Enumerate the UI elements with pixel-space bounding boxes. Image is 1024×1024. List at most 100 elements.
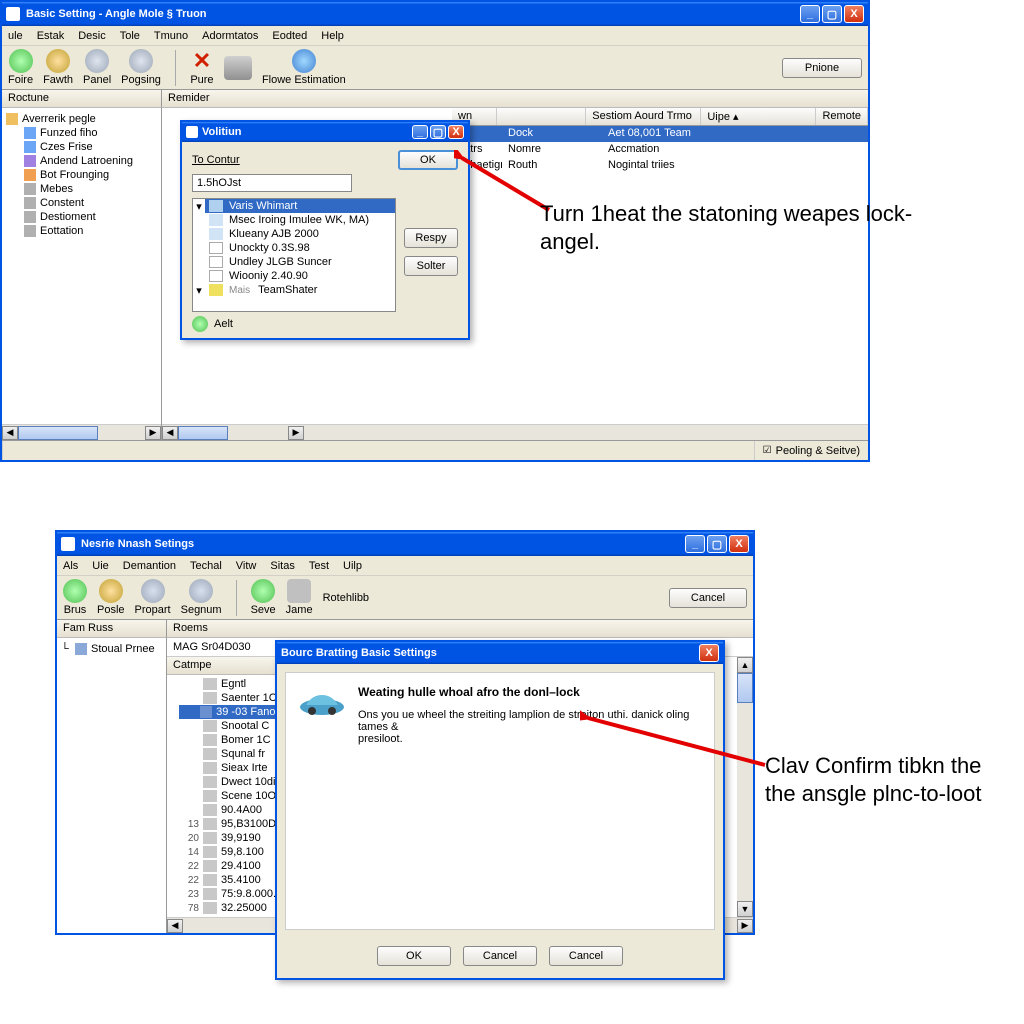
tree-item[interactable]: Bomer 1C: [179, 733, 284, 747]
minimize-button[interactable]: _: [412, 125, 428, 139]
toolbar-item[interactable]: Propart: [135, 579, 171, 616]
cancel-button-2[interactable]: Cancel: [549, 946, 623, 966]
grid-row[interactable]: k Dock Aet 08,001 Team: [452, 126, 868, 142]
cancel-button[interactable]: Cancel: [463, 946, 537, 966]
menu-item[interactable]: ule: [8, 30, 23, 42]
toolbar-item[interactable]: Pogsing: [121, 49, 161, 86]
minimize-button[interactable]: _: [800, 5, 820, 23]
toolbar-item[interactable]: Brus: [63, 579, 87, 616]
toolbar-item[interactable]: Posle: [97, 579, 125, 616]
collapse-icon[interactable]: ▾: [193, 284, 205, 297]
tree-item[interactable]: Dwect 10di: [179, 775, 284, 789]
grid-row[interactable]: oghaetign Routh Nogintal triies: [452, 158, 868, 174]
tree-item[interactable]: Mebes: [6, 182, 157, 196]
list-item[interactable]: Unockty 0.3S.98: [193, 241, 395, 255]
menu-item[interactable]: Als: [63, 560, 78, 572]
scroll-right-icon[interactable]: ▶: [737, 919, 753, 933]
prione-button[interactable]: Pnione: [782, 58, 862, 78]
maximize-button[interactable]: ▢: [822, 5, 842, 23]
list-item[interactable]: Wiooniy 2.40.90: [193, 269, 395, 283]
tree-item[interactable]: Funzed fiho: [6, 126, 157, 140]
scroll-down-icon[interactable]: ▼: [737, 901, 753, 917]
tree-item[interactable]: └Stoual Prnee: [61, 642, 162, 656]
tree-item[interactable]: Sieax Irte: [179, 761, 284, 775]
toolbar-item[interactable]: [224, 56, 252, 80]
menu-item[interactable]: Sitas: [270, 560, 294, 572]
menu-item[interactable]: Techal: [190, 560, 222, 572]
tree-item[interactable]: Andend Latroening: [6, 154, 157, 168]
tree-item[interactable]: 2375:9.8.000.0: [179, 887, 284, 901]
scroll-left-icon[interactable]: ◀: [162, 426, 178, 440]
respy-button[interactable]: Respy: [404, 228, 458, 248]
tree-item[interactable]: 7832.25000: [179, 901, 284, 915]
scrollbar-horizontal[interactable]: ◀ ▶: [162, 424, 868, 440]
menu-item[interactable]: Test: [309, 560, 329, 572]
tree-item[interactable]: 1459,8.100: [179, 845, 284, 859]
tree-item[interactable]: 2235.4100: [179, 873, 284, 887]
menu-item[interactable]: Uilp: [343, 560, 362, 572]
solter-button[interactable]: Solter: [404, 256, 458, 276]
ok-button[interactable]: OK: [377, 946, 451, 966]
tree-item[interactable]: 2229.4100: [179, 859, 284, 873]
scroll-up-icon[interactable]: ▲: [737, 657, 753, 673]
list-item[interactable]: Msec Iroing Imulee WK, MA): [193, 213, 395, 227]
menu-item[interactable]: Estak: [37, 30, 65, 42]
collapse-icon[interactable]: ▾: [193, 200, 205, 213]
scroll-right-icon[interactable]: ▶: [288, 426, 304, 440]
toolbar-item[interactable]: ✕Pure: [190, 49, 214, 86]
close-button[interactable]: X: [844, 5, 864, 23]
close-button[interactable]: X: [448, 125, 464, 139]
tree-item[interactable]: 1395,B3100D: [179, 817, 284, 831]
input-field[interactable]: [192, 174, 352, 192]
tree-item[interactable]: Czes Frise: [6, 140, 157, 154]
toolbar-item[interactable]: Jame: [286, 579, 313, 616]
tree-item[interactable]: Bot Frounging: [6, 168, 157, 182]
close-button[interactable]: X: [729, 535, 749, 553]
minimize-button[interactable]: _: [685, 535, 705, 553]
scroll-thumb[interactable]: [178, 426, 228, 440]
scroll-thumb[interactable]: [18, 426, 98, 440]
cancel-button[interactable]: Cancel: [669, 588, 747, 608]
tree-item[interactable]: Averrerik pegle: [6, 112, 157, 126]
scroll-right-icon[interactable]: ▶: [145, 426, 161, 440]
tree-item[interactable]: 2039,9190: [179, 831, 284, 845]
menu-item[interactable]: Adormtatos: [202, 30, 258, 42]
tree-item[interactable]: Destioment: [6, 210, 157, 224]
scroll-left-icon[interactable]: ◀: [167, 919, 183, 933]
menu-item[interactable]: Demantion: [123, 560, 176, 572]
tree-item[interactable]: Saenter 1C: [179, 691, 284, 705]
scroll-left-icon[interactable]: ◀: [2, 426, 18, 440]
maximize-button[interactable]: ▢: [430, 125, 446, 139]
list-item[interactable]: Varis Whimart: [205, 199, 395, 213]
menu-item[interactable]: Eodted: [272, 30, 307, 42]
tree-item[interactable]: Scene 10O: [179, 789, 284, 803]
menu-item[interactable]: Uie: [92, 560, 109, 572]
menu-item[interactable]: Tmuno: [154, 30, 188, 42]
toolbar-item[interactable]: Seve: [251, 579, 276, 616]
grid-col[interactable]: Sestiom Aourd Trmo: [586, 108, 701, 125]
tree-item[interactable]: Eottation: [6, 224, 157, 238]
list-item[interactable]: Undley JLGB Suncer: [193, 255, 395, 269]
scroll-thumb[interactable]: [737, 673, 753, 703]
tree-item[interactable]: 90.4A00: [179, 803, 284, 817]
add-icon[interactable]: [192, 316, 208, 332]
menu-item[interactable]: Help: [321, 30, 344, 42]
close-button[interactable]: X: [699, 644, 719, 662]
grid-col[interactable]: Uipe ▴: [701, 108, 816, 125]
toolbar-item[interactable]: Fawth: [43, 49, 73, 86]
list-item[interactable]: Klueany AJB 2000: [193, 227, 395, 241]
toolbar-item[interactable]: Flowe Estimation: [262, 49, 346, 86]
toolbar-item[interactable]: Segnum: [181, 579, 222, 616]
tree-item[interactable]: Constent: [6, 196, 157, 210]
scrollbar-vertical[interactable]: ▲ ▼: [737, 657, 753, 917]
toolbar-item[interactable]: Foire: [8, 49, 33, 86]
menu-item[interactable]: Vitw: [236, 560, 257, 572]
tree-item[interactable]: Egntl: [179, 677, 284, 691]
menu-item[interactable]: Desic: [78, 30, 106, 42]
grid-col[interactable]: [497, 108, 586, 125]
list-item[interactable]: MaisTeamShater: [205, 283, 395, 297]
tree-item[interactable]: Squnal fr: [179, 747, 284, 761]
maximize-button[interactable]: ▢: [707, 535, 727, 553]
grid-col[interactable]: Remote: [816, 108, 868, 125]
scrollbar-horizontal[interactable]: ◀ ▶: [2, 424, 161, 440]
